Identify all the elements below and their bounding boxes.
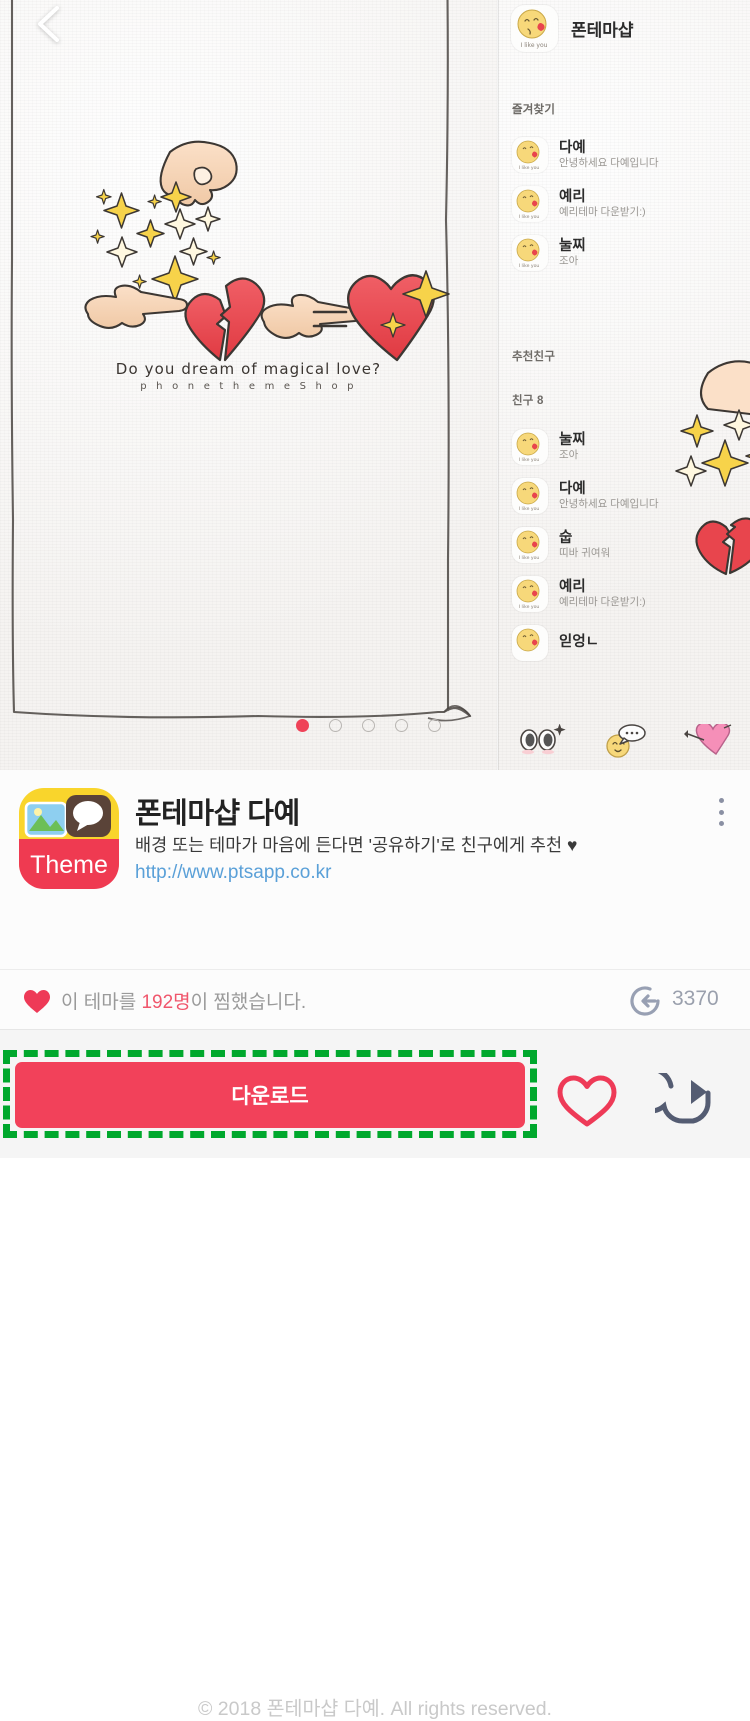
like-button[interactable] xyxy=(556,1075,618,1127)
download-icon xyxy=(629,985,662,1018)
avatar: I like you xyxy=(512,575,548,612)
svg-text:I like you: I like you xyxy=(519,457,540,463)
friend-name: 눌찌 xyxy=(559,431,586,448)
app-icon: Theme xyxy=(18,787,120,889)
friend-name: 다예 xyxy=(559,480,586,497)
page-dot-1[interactable] xyxy=(296,719,309,732)
favorite-count-value: 192명 xyxy=(141,992,191,1013)
favorite-text-suffix: 이 찜했습니다. xyxy=(190,992,307,1013)
svg-text:I like you: I like you xyxy=(519,506,540,512)
friends-list[interactable]: I like you 눌찌 조아 I like you 다예 안녕하세요 다예입… xyxy=(512,422,750,667)
chat-smiley-icon[interactable] xyxy=(598,724,650,758)
app-title: 폰테마샵 다예 xyxy=(135,798,300,830)
svg-text:I like you: I like you xyxy=(519,555,540,561)
eyes-icon[interactable] xyxy=(514,724,566,758)
back-chevron-icon[interactable] xyxy=(32,3,66,45)
avatar: I like you xyxy=(512,526,548,563)
heart-arrow-icon[interactable] xyxy=(682,724,734,758)
friend-name: 예리 xyxy=(559,188,586,205)
kebab-dot xyxy=(718,809,724,815)
copyright-text: © 2018 폰테마샵 다예. All rights reserved. xyxy=(198,1698,552,1720)
theme-preview-area: Do you dream of magical love? p h o n e … xyxy=(0,0,750,770)
illustration-caption-main: Do you dream of magical love? xyxy=(115,360,382,378)
kebab-dot xyxy=(718,798,724,803)
kebab-dot xyxy=(718,821,724,826)
friend-status: 조아 xyxy=(559,449,579,462)
avatar: I like you xyxy=(512,428,548,465)
list-item[interactable]: I like you 다예 안녕하세요 다예입니다 xyxy=(512,130,750,179)
app-description: 배경 또는 테마가 마음에 든다면 '공유하기'로 친구에게 추천 ♥ xyxy=(135,835,578,855)
list-item[interactable]: 읻엉ㄴ xyxy=(512,618,750,667)
my-profile-row[interactable]: I like you 폰테마샵 xyxy=(511,5,634,52)
app-info-section: Theme 폰테마샵 다예 배경 또는 테마가 마음에 든다면 '공유하기'로 … xyxy=(0,770,750,1720)
friend-name: 다예 xyxy=(559,139,586,156)
sparkling-heart-icon xyxy=(347,270,450,362)
my-profile-name: 폰테마샵 xyxy=(571,21,634,40)
avatar xyxy=(512,624,548,661)
page-dot-5[interactable] xyxy=(428,719,441,732)
avatar: I like you xyxy=(512,477,548,514)
pagination-dots[interactable] xyxy=(296,719,441,732)
avatar: I like you xyxy=(512,136,548,173)
heart-filled-icon xyxy=(24,990,50,1014)
list-item[interactable]: I like you 숩 띠바 귀여워 xyxy=(512,520,750,569)
svg-text:I like you: I like you xyxy=(519,263,540,269)
friend-status: 예리테마 다운받기:) xyxy=(559,596,646,609)
messenger-preview-panel[interactable]: I like you 폰테마샵 즐겨찾기 I like you 다예 안녕하세요… xyxy=(498,0,750,770)
friend-name: 읻엉ㄴ xyxy=(559,634,600,651)
list-item[interactable]: I like you 다예 안녕하세요 다예입니다 xyxy=(512,471,750,520)
app-icon-label: Theme xyxy=(30,851,108,879)
favorites-section-label: 즐겨찾기 xyxy=(512,104,556,116)
illustration-caption-sub: p h o n e t h e m e S h o p xyxy=(140,381,357,392)
favorite-count-text: 이 테마를 192명이 찜했습니다. xyxy=(61,987,306,1014)
friend-status: 예리테마 다운받기:) xyxy=(559,206,646,219)
list-item[interactable]: I like you 예리 예리테마 다운받기:) xyxy=(512,179,750,228)
page-dot-3[interactable] xyxy=(362,719,375,732)
friend-name: 숩 xyxy=(559,529,573,546)
list-item[interactable]: I like you 눌찌 조아 xyxy=(512,422,750,471)
svg-text:I like you: I like you xyxy=(521,42,548,49)
app-url-link[interactable]: http://www.ptsapp.co.kr xyxy=(135,862,331,884)
friend-name: 눌찌 xyxy=(559,237,586,254)
broken-heart-icon xyxy=(184,277,266,362)
friend-status: 안녕하세요 다예입니다 xyxy=(559,157,659,170)
friend-status: 띠바 귀여워 xyxy=(559,547,611,560)
favorite-text-prefix: 이 테마를 xyxy=(61,992,142,1013)
favorites-list[interactable]: I like you 다예 안녕하세요 다예입니다 I like you 예리 … xyxy=(512,130,750,277)
wallpaper-preview-panel[interactable]: Do you dream of magical love? p h o n e … xyxy=(0,0,497,770)
friend-status: 조아 xyxy=(559,255,579,268)
friend-name: 예리 xyxy=(559,578,586,595)
share-button[interactable] xyxy=(655,1073,717,1127)
recommended-section-label: 추천친구 xyxy=(512,351,556,363)
svg-text:I like you: I like you xyxy=(519,165,540,171)
bleed-sprinkling-hand-icon xyxy=(690,355,750,417)
kebab-menu-icon[interactable] xyxy=(707,795,735,829)
svg-text:I like you: I like you xyxy=(519,604,540,610)
messenger-navbar[interactable] xyxy=(498,712,750,770)
avatar: I like you xyxy=(511,5,558,52)
download-button[interactable]: 다운로드 xyxy=(15,1062,525,1128)
list-item[interactable]: I like you 눌찌 조아 xyxy=(512,228,750,277)
page-dot-2[interactable] xyxy=(329,719,342,732)
stats-bar: 이 테마를 192명이 찜했습니다. 3370 xyxy=(0,969,750,1030)
page-dot-4[interactable] xyxy=(395,719,408,732)
action-bar: 다운로드 xyxy=(0,1030,750,1158)
list-item[interactable]: I like you 예리 예리테마 다운받기:) xyxy=(512,569,750,618)
friend-status: 안녕하세요 다예입니다 xyxy=(559,498,659,511)
avatar: I like you xyxy=(512,185,548,222)
download-count: 3370 xyxy=(672,987,719,1010)
svg-text:I like you: I like you xyxy=(519,214,540,220)
friends-section-label: 친구 8 xyxy=(512,395,544,407)
avatar: I like you xyxy=(512,234,548,271)
